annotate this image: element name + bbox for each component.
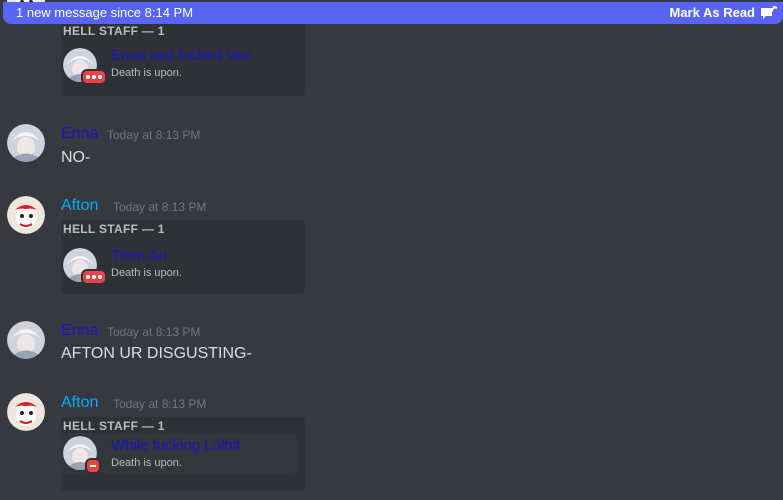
avatar[interactable] — [7, 321, 45, 359]
timestamp[interactable]: Today at 8:13 PM — [113, 197, 206, 217]
dnd-status-icon — [85, 458, 101, 474]
activity-embed: HELL STAFF — 1 Then Ari Death is upon. — [61, 220, 305, 294]
embed-activity: Death is upon. — [111, 67, 182, 79]
embed-member-name[interactable]: While fucking Lolbit — [111, 437, 240, 454]
author-name[interactable]: Afton — [61, 196, 98, 216]
message-text: NO- — [61, 149, 91, 166]
new-messages-text[interactable]: 1 new message since 8:14 PM — [16, 2, 193, 24]
status-indicator — [81, 269, 107, 285]
activity-embed: HELL STAFF — 1 Enna last fucked Ven Deat… — [61, 22, 305, 96]
embed-title: HELL STAFF — 1 — [63, 222, 165, 236]
timestamp[interactable]: Today at 8:13 PM — [107, 322, 200, 342]
new-messages-bar[interactable]: 1 new message since 8:14 PM Mark As Read — [3, 2, 783, 24]
author-name[interactable]: Enna — [61, 124, 98, 144]
embed-activity: Death is upon. — [111, 457, 182, 469]
chat-messages: 1 new message since 8:14 PM Mark As Read… — [0, 0, 783, 500]
activity-embed: HELL STAFF — 1 While fucking Lolbit Deat… — [61, 417, 305, 491]
mark-as-read-button[interactable]: Mark As Read — [670, 2, 756, 24]
author-name[interactable]: Enna — [61, 321, 98, 341]
mark-read-icon[interactable] — [760, 5, 778, 21]
embed-member-name[interactable]: Enna last fucked Ven — [111, 47, 252, 64]
avatar[interactable] — [7, 124, 45, 162]
author-name[interactable]: Afton — [61, 393, 98, 413]
embed-body: Then Ari Death is upon. — [61, 236, 305, 292]
embed-body: Enna last fucked Ven Death is upon. — [61, 30, 305, 86]
avatar[interactable] — [7, 393, 45, 431]
embed-activity: Death is upon. — [111, 267, 182, 279]
embed-title: HELL STAFF — 1 — [63, 419, 165, 433]
status-indicator — [81, 69, 107, 85]
message-text: AFTON UR DISGUSTING- — [61, 345, 252, 362]
embed-body: While fucking Lolbit Death is upon. — [61, 433, 297, 474]
timestamp[interactable]: Today at 8:13 PM — [107, 125, 200, 145]
avatar[interactable] — [7, 196, 45, 234]
timestamp[interactable]: Today at 8:13 PM — [113, 394, 206, 414]
embed-member-name[interactable]: Then Ari — [111, 247, 167, 264]
